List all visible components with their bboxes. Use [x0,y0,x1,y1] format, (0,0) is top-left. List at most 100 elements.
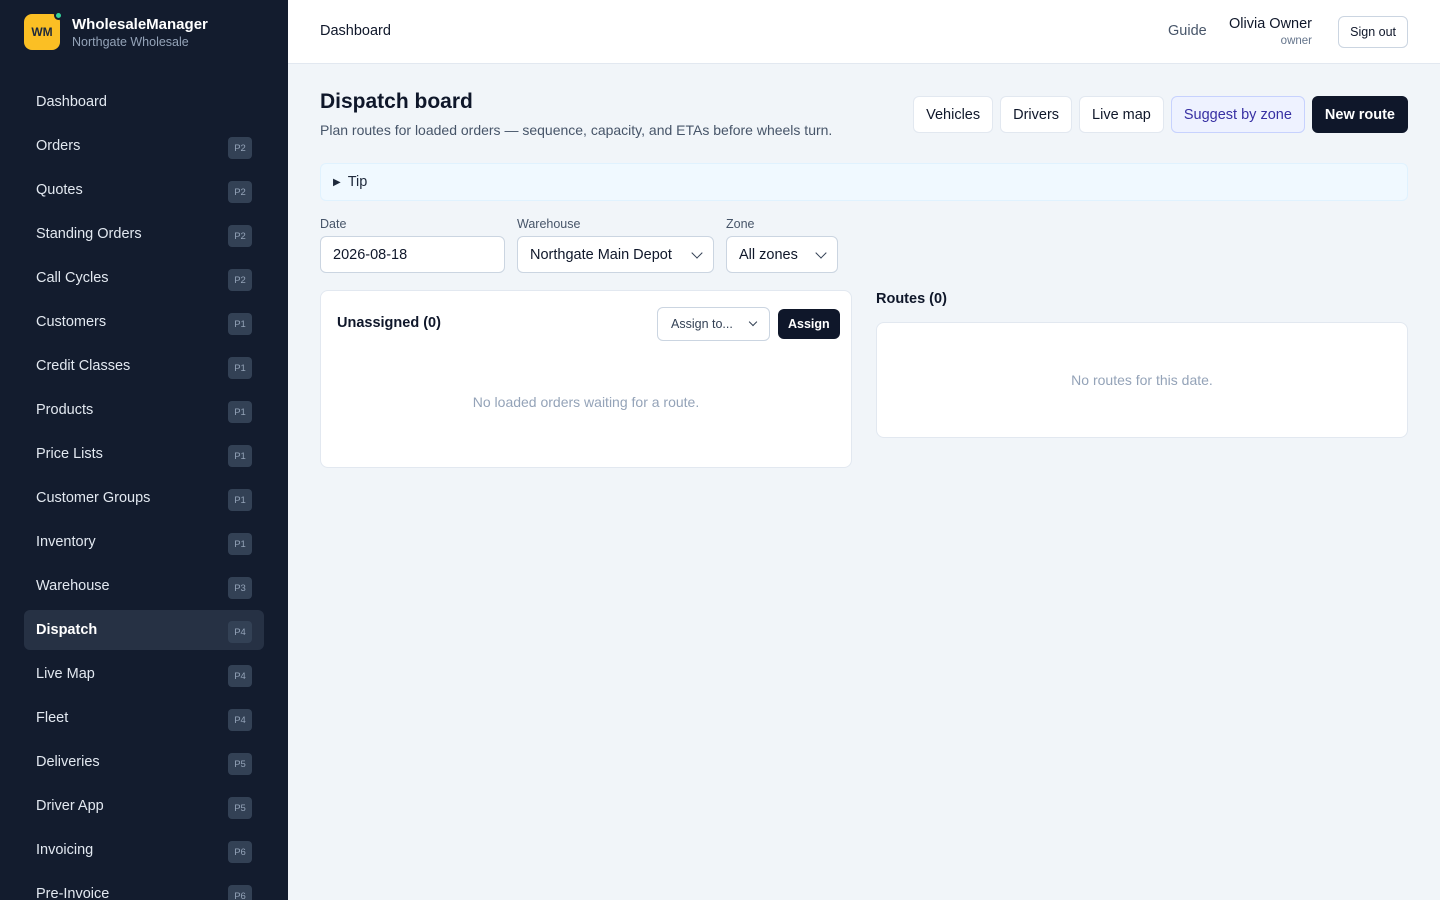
unassigned-panel: Unassigned (0) Assign to... Assign No lo… [320,290,852,468]
company-name: Northgate Wholesale [72,34,189,49]
sidebar: WM WholesaleManager Northgate Wholesale … [0,0,288,900]
sidebar-item-label: Orders [36,138,81,154]
phase-badge: P6 [228,841,252,863]
status-dot-icon [54,11,63,20]
sidebar-item-customer-groups[interactable]: Customer Groups P1 [24,478,264,518]
sidebar-item-label: Customers [36,314,107,330]
drivers-button[interactable]: Drivers [1000,96,1073,133]
brand[interactable]: WM WholesaleManager Northgate Wholesale [24,11,208,50]
unassigned-title: Unassigned (0) [337,315,441,331]
routes-panel: No routes for this date. [876,322,1408,438]
sidebar-item-label: Pre-Invoice [36,886,110,900]
sidebar-item-label: Warehouse [36,578,110,594]
phase-badge: P4 [228,665,252,687]
unassigned-empty-message: No loaded orders waiting for a route. [472,394,700,410]
guide-link[interactable]: Guide [1168,23,1207,39]
sidebar-nav: Dashboard Orders P2 Quotes P2 Standing Orders… [24,82,264,900]
assign-button[interactable]: Assign [778,309,840,339]
chevron-down-icon [748,317,758,327]
sidebar-item-label: Credit Classes [36,358,131,374]
tip-toggle[interactable]: ▶ Tip [320,163,1408,201]
chevron-down-icon [815,246,827,259]
phase-badge: P1 [228,357,252,379]
chevron-down-icon [691,246,703,259]
date-value: 2026-08-18 [333,246,408,263]
phase-badge: P1 [228,445,252,467]
routes-title: Routes (0) [876,291,947,307]
phase-badge: P3 [228,577,252,599]
sidebar-item-label: Quotes [36,182,83,198]
live-map-button[interactable]: Live map [1079,96,1164,133]
date-field: Date 2026-08-18 [320,216,505,273]
sidebar-item-customers[interactable]: Customers P1 [24,302,264,342]
phase-badge: P6 [228,885,252,900]
phase-badge: P1 [228,313,252,335]
new-route-button[interactable]: New route [1311,96,1408,133]
zone-field: Zone All zones [726,216,838,273]
warehouse-value: Northgate Main Depot [530,246,672,263]
sidebar-item-products[interactable]: Products P1 [24,390,264,430]
sidebar-item-label: Fleet [36,710,69,726]
sidebar-item-warehouse[interactable]: Warehouse P3 [24,566,264,606]
phase-badge: P4 [228,709,252,731]
phase-badge: P2 [228,181,252,203]
user-name: Olivia Owner [1229,16,1312,32]
date-label: Date [320,217,347,231]
sidebar-item-label: Customer Groups [36,490,151,506]
sidebar-item-driver-app[interactable]: Driver App P5 [24,786,264,826]
app-name: WholesaleManager [72,15,208,33]
sidebar-item-inventory[interactable]: Inventory P1 [24,522,264,562]
user-role: owner [1280,35,1312,47]
assign-to-select[interactable]: Assign to... [657,307,770,341]
sidebar-item-credit-classes[interactable]: Credit Classes P1 [24,346,264,386]
brand-logo-text: WM [31,25,53,39]
vehicles-button[interactable]: Vehicles [913,96,994,133]
page-title: Dispatch board [320,90,473,113]
sidebar-item-label: Call Cycles [36,270,109,286]
page-actions: Vehicles Drivers Live map Suggest by zon… [913,96,1408,133]
date-input[interactable]: 2026-08-18 [320,236,505,273]
page-subtitle: Plan routes for loaded orders — sequence… [320,122,833,138]
sidebar-item-standing-orders[interactable]: Standing Orders P2 [24,214,264,254]
breadcrumb[interactable]: Dashboard [320,23,391,39]
sidebar-item-price-lists[interactable]: Price Lists P1 [24,434,264,474]
phase-badge: P4 [228,621,252,643]
warehouse-field: Warehouse Northgate Main Depot [517,216,714,273]
suggest-by-zone-button[interactable]: Suggest by zone [1170,96,1305,133]
sidebar-item-fleet[interactable]: Fleet P4 [24,698,264,738]
phase-badge: P1 [228,489,252,511]
sidebar-item-label: Price Lists [36,446,103,462]
sidebar-item-label: Dashboard [36,94,107,110]
sidebar-item-label: Dispatch [36,622,98,638]
phase-badge: P1 [228,401,252,423]
warehouse-label: Warehouse [517,217,581,231]
assign-to-value: Assign to... [671,317,733,331]
phase-badge: P2 [228,269,252,291]
sidebar-item-live-map[interactable]: Live Map P4 [24,654,264,694]
phase-badge: P5 [228,753,252,775]
sidebar-item-label: Live Map [36,666,95,682]
phase-badge: P2 [228,137,252,159]
sidebar-item-pre-invoice[interactable]: Pre-Invoice P6 [24,874,264,900]
routes-empty-message: No routes for this date. [1071,372,1213,388]
caret-right-icon: ▶ [333,176,341,188]
sidebar-item-dispatch[interactable]: Dispatch P4 [24,610,264,650]
zone-label: Zone [726,217,755,231]
sidebar-item-call-cycles[interactable]: Call Cycles P2 [24,258,264,298]
sidebar-item-deliveries[interactable]: Deliveries P5 [24,742,264,782]
sidebar-item-dashboard[interactable]: Dashboard [24,82,264,122]
sidebar-item-invoicing[interactable]: Invoicing P6 [24,830,264,870]
zone-select[interactable]: All zones [726,236,838,273]
sign-out-button[interactable]: Sign out [1338,16,1408,48]
warehouse-select[interactable]: Northgate Main Depot [517,236,714,273]
phase-badge: P5 [228,797,252,819]
sidebar-item-label: Products [36,402,94,418]
sidebar-item-label: Inventory [36,534,96,550]
top-bar: Dashboard Guide Olivia Owner owner Sign … [288,0,1440,64]
sidebar-item-label: Driver App [36,798,104,814]
phase-badge: P2 [228,225,252,247]
sidebar-item-label: Deliveries [36,754,100,770]
sidebar-item-label: Standing Orders [36,226,142,242]
sidebar-item-orders[interactable]: Orders P2 [24,126,264,166]
sidebar-item-quotes[interactable]: Quotes P2 [24,170,264,210]
